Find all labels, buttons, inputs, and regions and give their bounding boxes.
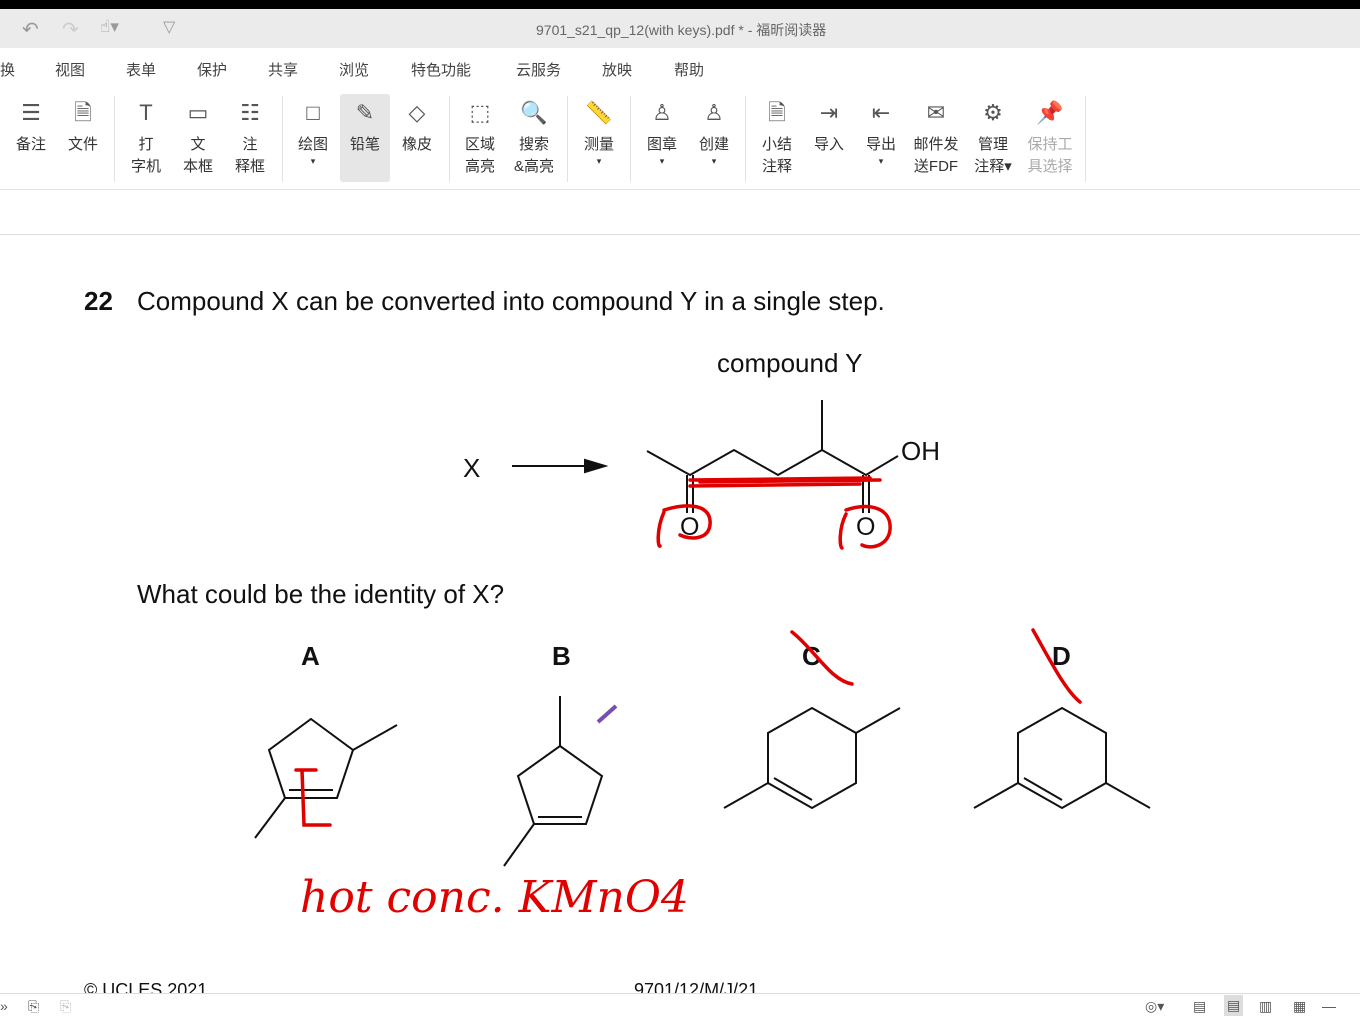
reaction-arrow (512, 458, 609, 474)
red-ink-annotations: hot conc. KMnO4 (294, 476, 1082, 923)
zoom-slider[interactable]: — (1322, 998, 1336, 1014)
view-mode-icon[interactable]: ◎▾ (1145, 998, 1164, 1015)
handwritten-note: hot conc. KMnO4 (300, 872, 689, 923)
structure-b (503, 696, 604, 867)
rotate-page-icon[interactable]: ⎘ (28, 998, 39, 1015)
single-page-icon[interactable]: ▤ (1193, 998, 1206, 1015)
expand-icon[interactable]: » (0, 998, 8, 1014)
continuous-facing-icon[interactable]: ▦ (1293, 998, 1306, 1015)
continuous-page-icon[interactable]: ▤ (1224, 995, 1244, 1016)
page-icon[interactable]: ⎘ (60, 998, 71, 1015)
structure-c (723, 706, 901, 810)
status-bar: » ⎘ ⎘ ◎▾ ▤ ▤ ▥ ▦ — (0, 993, 1360, 1020)
chemistry-drawings: hot conc. KMnO4 (254, 400, 1151, 923)
pencil-cursor-icon (596, 704, 618, 724)
compound-y-structure (646, 400, 899, 513)
structure-a (254, 717, 398, 839)
structure-d (973, 706, 1151, 810)
facing-pages-icon[interactable]: ▥ (1259, 998, 1272, 1015)
